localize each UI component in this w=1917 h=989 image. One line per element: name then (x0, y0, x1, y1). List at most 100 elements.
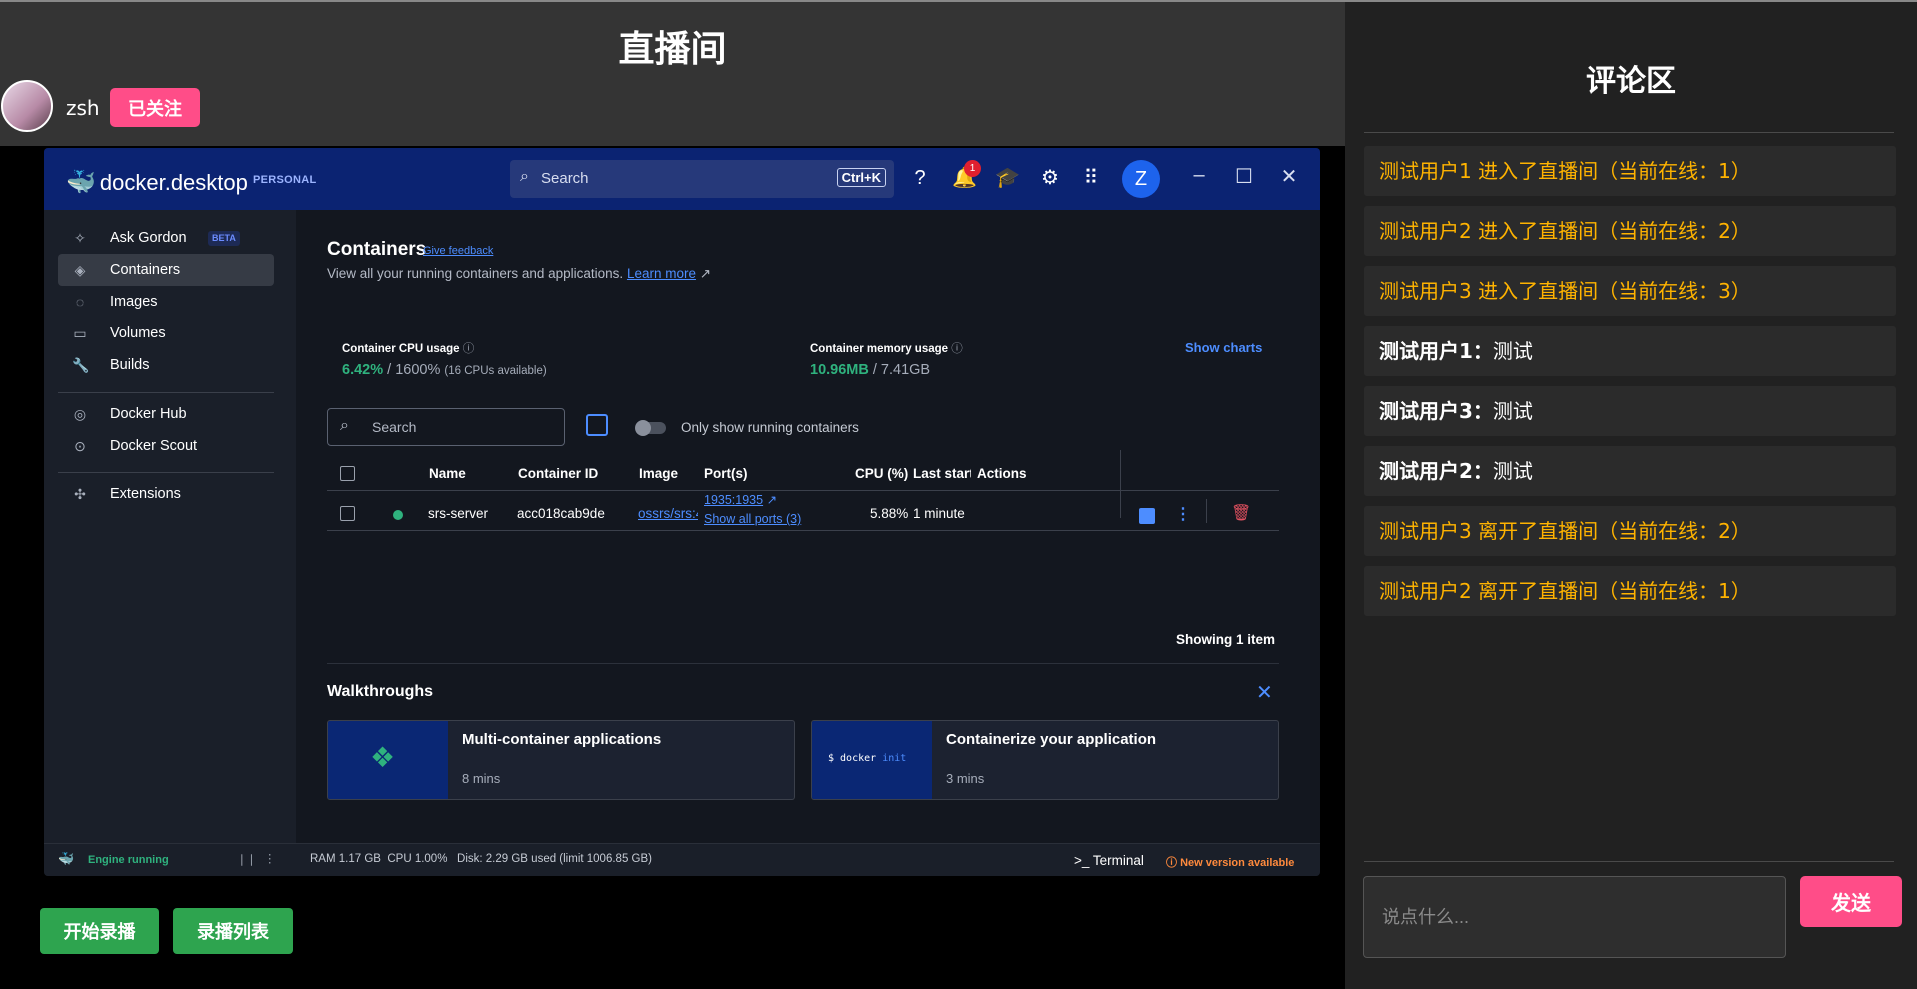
more-options-icon[interactable]: ⋮ (264, 851, 276, 865)
sidebar-item-containers[interactable]: ◈ Containers (58, 254, 274, 286)
room-header: 直播间 zsh 已关注 (0, 2, 1345, 146)
comment-item: 测试用户3 离开了直播间（当前在线：2） (1364, 506, 1896, 556)
columns-toggle-icon[interactable] (586, 414, 608, 436)
pause-icon[interactable]: ❘❘ (237, 852, 256, 866)
port-link[interactable]: 1935:1935 (704, 493, 763, 507)
walkthrough-card[interactable]: ❖ Multi-container applications 8 mins (327, 720, 795, 800)
sparkle-icon: ✧ (74, 230, 86, 246)
toggle-knob (635, 420, 651, 436)
user-avatar[interactable]: Z (1122, 160, 1160, 198)
recording-list-button[interactable]: 录播列表 (173, 908, 293, 954)
column-header-ports[interactable]: Port(s) (704, 466, 748, 481)
containers-subtitle: View all your running containers and app… (327, 266, 712, 281)
stop-icon[interactable] (1139, 508, 1155, 524)
sidebar-divider (58, 472, 274, 473)
column-header-last-started[interactable]: Last starte (913, 466, 971, 481)
comment-item: 测试用户1：测试 (1364, 326, 1896, 376)
column-header-name[interactable]: Name (429, 466, 466, 481)
select-all-checkbox[interactable] (340, 466, 355, 481)
docker-sidebar: ✧ Ask Gordon BETA ◈ Containers ◌ Images ▭ Vol… (44, 210, 296, 843)
gear-icon[interactable]: ⚙ (1038, 166, 1062, 190)
column-header-container-id[interactable]: Container ID (518, 466, 598, 481)
maximize-icon[interactable]: ☐ (1232, 164, 1256, 189)
comment-text: 测试 (1492, 459, 1533, 483)
show-all-ports-link[interactable]: Show all ports (3) (704, 512, 801, 526)
puzzle-icon: ✣ (74, 486, 86, 502)
page-title: 直播间 (618, 29, 727, 70)
cpu-usage-label: Container CPU usage ⓘ (342, 343, 475, 355)
learn-more-link[interactable]: Learn more (627, 266, 696, 281)
comment-user: 测试用户1： (1379, 339, 1493, 363)
sidebar-item-images[interactable]: ◌ Images (58, 286, 274, 318)
running-only-label: Only show running containers (681, 420, 859, 435)
table-row-divider (327, 530, 1279, 531)
comment-item: 测试用户2 进入了直播间（当前在线：2） (1364, 206, 1896, 256)
images-icon: ◌ (75, 294, 85, 310)
info-icon: ⓘ (1166, 857, 1177, 869)
column-header-actions: Actions (977, 466, 1027, 481)
sidebar-item-builds[interactable]: 🔧 Builds (58, 349, 274, 381)
walkthrough-thumbnail: ❖ (328, 721, 448, 799)
docker-logo: 🐳 docker.desktop (66, 169, 248, 196)
sidebar-divider (58, 392, 274, 393)
scout-icon: ⊙ (74, 438, 86, 454)
walkthrough-card[interactable]: $ docker init Containerize your applicat… (811, 720, 1279, 800)
comment-text: 测试 (1492, 339, 1533, 363)
sidebar-item-docker-hub[interactable]: ◎ Docker Hub (58, 398, 274, 430)
engine-status: Engine running (88, 854, 169, 866)
stream-video: 🐳 docker.desktop PERSONAL ⌕ Search Ctrl+K… (44, 148, 1320, 876)
container-id: acc018cab9de (517, 506, 605, 521)
more-options-icon[interactable]: ⋮ (1175, 504, 1191, 524)
comment-user: 测试用户3： (1379, 399, 1493, 423)
container-search-input[interactable]: ⌕ Search (327, 408, 565, 446)
sidebar-item-volumes[interactable]: ▭ Volumes (58, 317, 274, 349)
docker-status-bar: 🐳 Engine running ❘❘ ⋮ RAM 1.17 GB CPU 1.… (44, 843, 1320, 876)
apps-grid-icon[interactable]: ⠿ (1079, 166, 1103, 190)
start-recording-button[interactable]: 开始录播 (40, 908, 159, 954)
docker-search-bar[interactable]: ⌕ Search Ctrl+K (510, 160, 894, 198)
status-running-icon (393, 510, 403, 520)
show-charts-link[interactable]: Show charts (1185, 340, 1262, 355)
send-button[interactable]: 发送 (1800, 876, 1902, 927)
streamer-avatar[interactable] (1, 80, 53, 132)
table-header-divider (327, 490, 1279, 491)
info-icon: ⓘ (951, 343, 963, 355)
sidebar-item-ask-gordon[interactable]: ✧ Ask Gordon BETA (58, 222, 274, 254)
wrench-icon: 🔧 (72, 357, 90, 373)
running-only-toggle[interactable] (635, 420, 666, 436)
container-icon: ◈ (74, 262, 86, 278)
help-icon[interactable]: ? (908, 166, 932, 190)
action-separator (1206, 499, 1207, 523)
live-room-panel: 直播间 zsh 已关注 🐳 docker.desktop PERSONAL ⌕ S… (0, 2, 1345, 989)
sidebar-item-docker-scout[interactable]: ⊙ Docker Scout (58, 430, 274, 462)
row-checkbox[interactable] (340, 506, 355, 521)
terminal-button[interactable]: >_ Terminal (1074, 853, 1144, 868)
comment-item: 测试用户1 进入了直播间（当前在线：1） (1364, 146, 1896, 196)
comment-input[interactable] (1363, 876, 1786, 958)
section-divider (327, 663, 1279, 664)
close-walkthroughs-icon[interactable]: ✕ (1256, 680, 1273, 705)
whale-icon: 🐳 (66, 169, 96, 196)
beta-badge: BETA (208, 231, 240, 246)
container-last-started: 1 minute a (913, 506, 969, 521)
containers-view: Containers Give feedback View all your r… (296, 210, 1320, 843)
give-feedback-link[interactable]: Give feedback (423, 245, 493, 257)
comment-item: 测试用户2：测试 (1364, 446, 1896, 496)
comment-item: 测试用户3：测试 (1364, 386, 1896, 436)
column-header-image[interactable]: Image (639, 466, 678, 481)
input-divider (1364, 861, 1894, 862)
whale-icon: 🐳 (58, 851, 75, 866)
column-header-cpu[interactable]: CPU (%) (855, 466, 908, 481)
comment-item: 测试用户3 进入了直播间（当前在线：3） (1364, 266, 1896, 316)
new-version-notice[interactable]: ⓘ New version available (1166, 854, 1294, 870)
follow-button[interactable]: 已关注 (110, 88, 200, 127)
container-image-link[interactable]: ossrs/srs:4 (638, 506, 698, 521)
comment-title: 评论区 (1586, 64, 1676, 99)
close-icon[interactable]: ✕ (1277, 164, 1301, 189)
walkthrough-thumbnail: $ docker init (812, 721, 932, 799)
container-name[interactable]: srs-server (428, 506, 488, 521)
trash-icon[interactable]: 🗑 (1231, 503, 1251, 523)
minimize-icon[interactable]: – (1187, 164, 1211, 187)
learn-icon[interactable]: 🎓 (995, 166, 1020, 190)
sidebar-item-extensions[interactable]: ✣ Extensions (58, 478, 274, 510)
